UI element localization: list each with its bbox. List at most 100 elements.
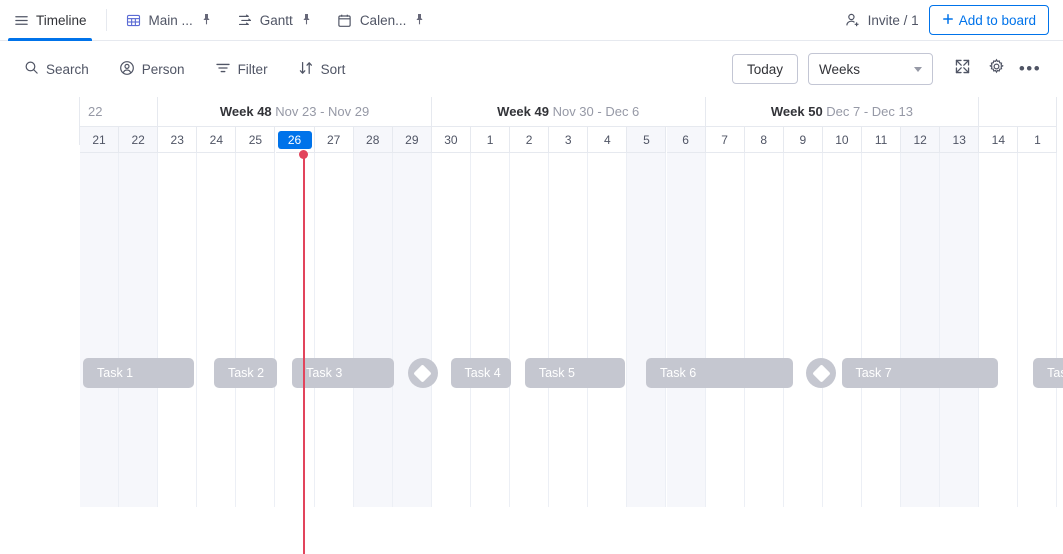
task-bar[interactable]: Task 1 [83,358,195,388]
diamond-icon [812,363,831,383]
filter-label: Filter [237,61,268,77]
tab-timeline[interactable]: Timeline [0,0,100,41]
day-header-cell[interactable]: 21 [80,127,120,153]
timeline-day-column [745,153,784,507]
task-bar[interactable]: Task 3 [292,358,394,388]
pin-icon[interactable] [415,13,424,28]
day-header-cell[interactable]: 2 [510,127,550,153]
day-header-cell[interactable]: 3 [549,127,589,153]
timeline-day-column [392,153,432,507]
sort-button[interactable]: Sort [288,54,356,84]
settings-button[interactable] [981,54,1011,84]
day-header-cell[interactable]: 22 [119,127,159,153]
day-header-cell[interactable]: 29 [392,127,432,153]
chevron-down-icon [914,66,922,72]
week-header-cell[interactable]: Week 50 Dec 7 - Dec 13 [705,97,980,127]
timeline-day-column [940,153,980,507]
filter-button[interactable]: Filter [205,54,278,84]
person-circle-icon [119,60,135,79]
sort-label: Sort [320,61,346,77]
tab-calendar[interactable]: Calen... [324,0,438,40]
task-bar[interactable]: Task 6 [646,358,793,388]
day-header-cell[interactable]: 9 [783,127,823,153]
timeline-day-column [706,153,745,507]
plus-icon [942,13,954,28]
task-bar[interactable]: Task 2 [213,358,277,388]
task-bar-label: Task 5 [538,366,575,380]
timeline-day-column [353,153,393,507]
timeline-day-column [823,153,862,507]
pin-icon[interactable] [302,13,311,28]
day-header-cell[interactable]: 25 [236,127,276,153]
day-header-cell[interactable]: 11 [862,127,902,153]
table-icon [126,12,142,28]
task-bar-label: Task 3 [306,366,343,380]
week-number: Week 50 [770,104,823,119]
invite-button[interactable]: Invite / 1 [835,6,929,34]
day-header-cell[interactable]: 14 [979,127,1019,153]
tab-label: Timeline [36,12,87,28]
week-header-cell[interactable] [979,97,1058,127]
day-header-cell[interactable]: 1 [1018,127,1058,153]
day-header-cell[interactable]: 26 [275,127,315,153]
more-options-button[interactable]: ••• [1015,54,1045,84]
search-button[interactable]: Search [14,54,99,84]
search-icon [24,60,39,78]
gantt-icon [237,12,253,28]
board-toolbar: Search Person Filter Sort Today Weeks ••… [0,41,1063,97]
day-header-cell[interactable]: 28 [353,127,393,153]
day-header-cell[interactable]: 5 [627,127,667,153]
filter-icon [215,60,231,79]
day-header-cell[interactable]: 12 [901,127,941,153]
day-header-cell[interactable]: 13 [940,127,980,153]
timeline-day-column [627,153,667,507]
day-header-cell[interactable]: 6 [666,127,706,153]
timeline-day-column [901,153,941,507]
timeline-day-column [862,153,902,507]
task-bar-label: Task 6 [660,366,697,380]
day-header-cell[interactable]: 23 [158,127,198,153]
task-bar[interactable]: Task 5 [524,358,625,388]
day-header-cell[interactable]: 24 [197,127,237,153]
tab-label: Calen... [359,12,407,28]
zoom-level-select[interactable]: Weeks [808,53,933,85]
add-to-board-button[interactable]: Add to board [928,5,1049,35]
calendar-icon [337,12,353,28]
tab-gantt[interactable]: Gantt [224,0,324,40]
person-filter-button[interactable]: Person [109,54,195,84]
week-header-cell[interactable]: Week 48 Nov 23 - Nov 29 [158,97,432,127]
invite-label: Invite / 1 [867,12,919,28]
add-to-board-label: Add to board [958,12,1036,28]
task-bar[interactable]: Task 4 [450,358,512,388]
week-header-cell[interactable]: 22 [80,97,159,127]
person-label: Person [141,61,185,77]
timeline-day-column [588,153,628,507]
day-header-cell[interactable]: 4 [588,127,628,153]
today-marker-line [302,153,305,554]
timeline-day-column [979,153,1019,507]
today-button[interactable]: Today [731,54,798,84]
task-bar[interactable]: Task 7 [841,358,998,388]
pin-icon[interactable] [202,13,211,28]
person-add-icon [845,12,861,28]
day-header-cell[interactable]: 1 [471,127,511,153]
timeline-day-column [666,153,706,507]
gear-icon [988,58,1005,80]
tab-main-table[interactable]: Main ... [113,0,224,40]
day-header-cell[interactable]: 10 [822,127,862,153]
tab-divider [105,9,107,31]
task-bar-label: Task 4 [464,366,501,380]
day-header-cell[interactable]: 7 [705,127,745,153]
day-header-cell[interactable]: 8 [744,127,784,153]
milestone-marker[interactable] [407,358,438,388]
timeline-day-column [315,153,354,507]
hamburger-icon [13,12,29,28]
timeline-columns [0,153,1063,507]
task-bar[interactable]: Task 8 [1033,358,1063,388]
timeline-day-column [784,153,823,507]
timeline-day-column [119,153,159,507]
day-header-cell[interactable]: 30 [431,127,471,153]
day-header-cell[interactable]: 27 [314,127,354,153]
week-header-cell[interactable]: Week 49 Nov 30 - Dec 6 [431,97,706,127]
fullscreen-button[interactable] [947,54,977,84]
